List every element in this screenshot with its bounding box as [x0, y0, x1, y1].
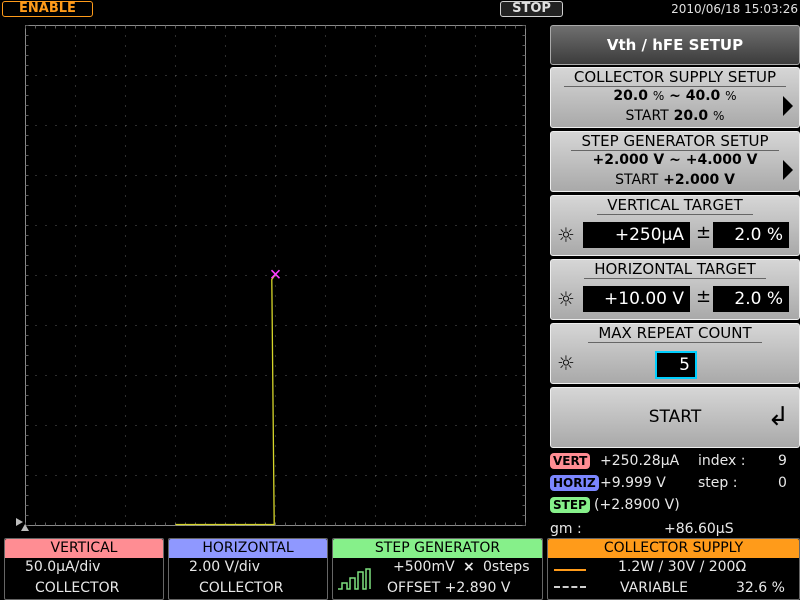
horiz-value: +9.999 V	[600, 475, 666, 491]
collector-supply-title: COLLECTOR SUPPLY	[548, 539, 799, 558]
knob-icon[interactable]: ☼	[557, 353, 577, 373]
step-generator-start: START +2.000 V	[615, 172, 735, 188]
horizontal-source: COLLECTOR	[199, 580, 284, 596]
chevron-right-icon	[783, 160, 793, 180]
plot-canvas	[25, 25, 526, 526]
knob-icon[interactable]: ☼	[557, 289, 577, 309]
step-waveform-icon	[338, 568, 371, 590]
datetime-display: 2010/06/18 15:03:26	[671, 2, 798, 16]
collector-supply-settings[interactable]: COLLECTOR SUPPLY 1.2W / 30V / 200Ω VARIA…	[547, 538, 800, 600]
target-marker-icon	[270, 269, 281, 279]
horizontal-settings-title: HORIZONTAL	[169, 539, 327, 558]
collector-supply-percent: 32.6 %	[736, 580, 785, 596]
curve-plot	[25, 25, 526, 526]
step-offset: OFFSET +2.890 V	[387, 580, 511, 596]
collector-supply-spec: 1.2W / 30V / 200Ω	[618, 559, 747, 575]
knob-icon[interactable]: ☼	[557, 225, 577, 245]
chevron-right-icon	[783, 96, 793, 116]
enable-button[interactable]: ENABLE	[2, 1, 93, 17]
vertical-source: COLLECTOR	[35, 580, 120, 596]
horizontal-target-section: HORIZONTAL TARGET ☼ +10.00 V ± 2.0 %	[550, 259, 800, 320]
step-generator-title: STEP GENERATOR	[333, 539, 542, 558]
plus-minus-symbol: ±	[696, 286, 712, 307]
step-generator-range: +2.000 V ~ +4.000 V	[592, 152, 758, 168]
step-value: 0	[778, 475, 787, 491]
dashed-line-icon	[554, 586, 586, 588]
step-count: 0steps	[483, 559, 530, 575]
vert-readout: VERT +250.28µA index : 9	[550, 451, 800, 471]
collector-supply-setup-title: COLLECTOR SUPPLY SETUP	[563, 68, 787, 87]
step-readout: STEP (+2.8900 V)	[550, 495, 800, 515]
step-tag-value: (+2.8900 V)	[594, 497, 680, 513]
step-tag: STEP	[550, 497, 590, 513]
horiz-readout: HORIZ +9.999 V step : 0	[550, 473, 800, 493]
collector-supply-start: START 20.0 %	[625, 108, 725, 124]
index-value: 9	[778, 453, 787, 469]
index-label: index :	[698, 453, 746, 469]
gm-readout: gm : +86.60µS	[550, 519, 800, 539]
horizontal-tolerance-value[interactable]: 2.0 %	[713, 286, 789, 312]
gm-label: gm :	[550, 521, 582, 537]
step-generator-setup-title: STEP GENERATOR SETUP	[571, 132, 779, 151]
collector-supply-setup-button[interactable]: COLLECTOR SUPPLY SETUP 20.0 % ~ 40.0 % S…	[550, 67, 800, 128]
max-repeat-value[interactable]: 5	[655, 351, 697, 379]
power-line-icon	[554, 569, 586, 571]
vertical-tolerance-value[interactable]: 2.0 %	[713, 222, 789, 248]
enter-icon: ↲	[767, 402, 789, 432]
horizontal-settings[interactable]: HORIZONTAL 2.00 V/div COLLECTOR	[168, 538, 328, 600]
top-bar: ENABLE STOP 2010/06/18 15:03:26	[0, 0, 800, 20]
setup-title: Vth / hFE SETUP	[550, 25, 800, 65]
step-amplitude: +500mV	[393, 559, 455, 575]
vertical-target-title: VERTICAL TARGET	[597, 196, 753, 215]
horizontal-scale: 2.00 V/div	[189, 559, 260, 575]
vert-tag: VERT	[550, 453, 591, 469]
vertical-scale: 50.0µA/div	[25, 559, 101, 575]
horiz-tag: HORIZ	[550, 475, 599, 491]
vertical-settings[interactable]: VERTICAL 50.0µA/div COLLECTOR	[4, 538, 164, 600]
plus-minus-symbol: ±	[696, 222, 712, 243]
step-generator-settings[interactable]: STEP GENERATOR +500mV × 0steps OFFSET +2…	[332, 538, 543, 600]
times-symbol: ×	[463, 559, 475, 575]
horizontal-target-value[interactable]: +10.00 V	[583, 286, 690, 312]
collector-supply-mode: VARIABLE	[620, 580, 688, 596]
horizontal-target-title: HORIZONTAL TARGET	[584, 260, 766, 279]
vert-value: +250.28µA	[600, 453, 680, 469]
gm-value: +86.60µS	[664, 521, 734, 537]
stop-button[interactable]: STOP	[500, 1, 563, 17]
max-repeat-section: MAX REPEAT COUNT ☼ 5	[550, 323, 800, 384]
start-button[interactable]: START ↲	[550, 387, 800, 448]
step-generator-setup-button[interactable]: STEP GENERATOR SETUP +2.000 V ~ +4.000 V…	[550, 131, 800, 192]
vertical-settings-title: VERTICAL	[5, 539, 163, 558]
max-repeat-title: MAX REPEAT COUNT	[588, 324, 762, 343]
collector-supply-range: 20.0 % ~ 40.0 %	[613, 88, 737, 104]
vertical-target-section: VERTICAL TARGET ☼ +250µA ± 2.0 %	[550, 195, 800, 256]
ic-vce-trace	[175, 273, 277, 526]
step-label: step :	[698, 475, 738, 491]
vertical-target-value[interactable]: +250µA	[583, 222, 690, 248]
vertical-zero-marker-icon	[21, 524, 29, 531]
start-label: START	[648, 407, 702, 427]
